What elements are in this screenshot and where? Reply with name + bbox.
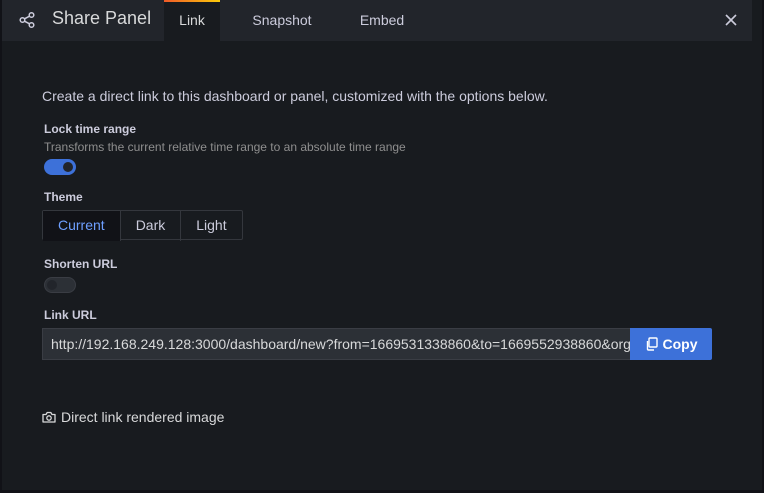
toggle-knob <box>47 280 57 290</box>
copy-icon <box>646 337 658 351</box>
close-icon[interactable] <box>720 9 742 31</box>
share-description: Create a direct link to this dashboard o… <box>42 88 548 104</box>
share-panel-modal: Share Panel Link Snapshot Embed Create a… <box>2 0 762 490</box>
modal-header: Share Panel Link Snapshot Embed <box>2 0 752 41</box>
direct-link-rendered-image[interactable]: Direct link rendered image <box>42 409 224 425</box>
share-icon <box>19 11 35 29</box>
shorten-url-label: Shorten URL <box>44 257 118 271</box>
theme-radio-group: Current Dark Light <box>42 210 243 241</box>
tab-link[interactable]: Link <box>164 0 220 41</box>
theme-option-current[interactable]: Current <box>43 211 121 241</box>
theme-option-dark[interactable]: Dark <box>121 211 182 241</box>
tab-embed[interactable]: Embed <box>344 0 420 41</box>
lock-time-range-label: Lock time range <box>44 122 137 136</box>
lock-time-range-help: Transforms the current relative time ran… <box>44 140 406 154</box>
link-url-label: Link URL <box>44 308 97 322</box>
tab-snapshot[interactable]: Snapshot <box>238 0 326 41</box>
copy-button-label: Copy <box>662 336 698 352</box>
toggle-knob <box>63 162 73 172</box>
shorten-url-toggle[interactable] <box>44 277 76 293</box>
modal-title: Share Panel <box>52 8 152 28</box>
theme-option-light[interactable]: Light <box>181 211 241 241</box>
render-link-label: Direct link rendered image <box>61 409 225 425</box>
lock-time-range-toggle[interactable] <box>44 159 76 175</box>
copy-button[interactable]: Copy <box>630 328 712 360</box>
camera-icon <box>42 411 56 423</box>
link-url-input[interactable]: http://192.168.249.128:3000/dashboard/ne… <box>42 328 631 360</box>
theme-label: Theme <box>44 190 83 204</box>
